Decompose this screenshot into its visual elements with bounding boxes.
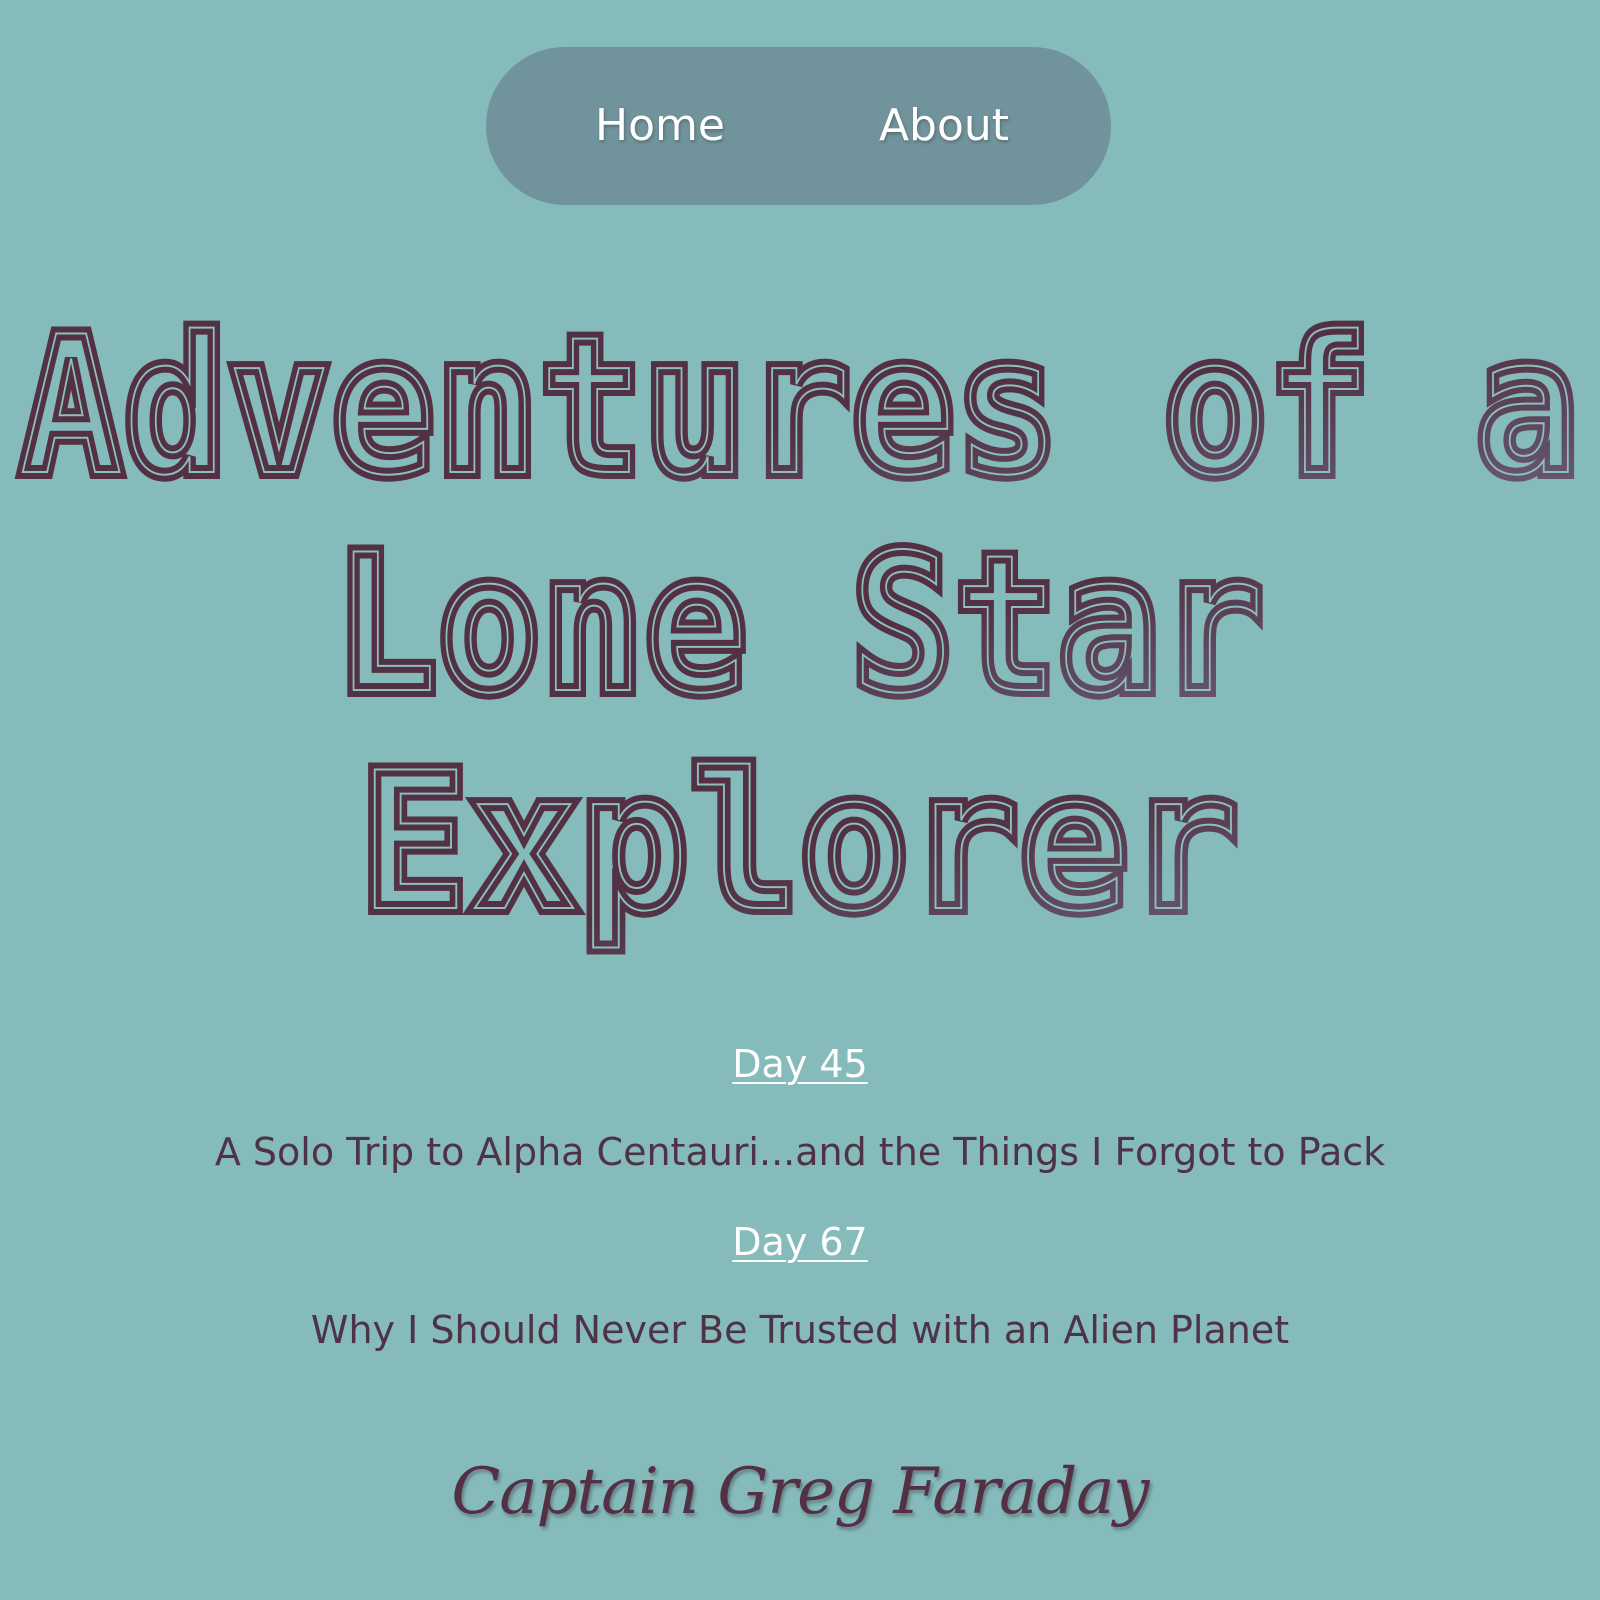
nav-link-home[interactable]: Home (590, 47, 730, 205)
post-title: Why I Should Never Be Trusted with an Al… (310, 1308, 1290, 1352)
post-date-link[interactable]: Day 45 (0, 1042, 1600, 1086)
post-date-link[interactable]: Day 67 (0, 1220, 1600, 1264)
nav-link-about[interactable]: About (874, 47, 1014, 205)
page-title: Adventures of a Adventures of a Lone Sta… (0, 290, 1600, 990)
post-title: A Solo Trip to Alpha Centauri...and the … (214, 1130, 1386, 1174)
author-signature: Captain Greg Faraday (451, 1455, 1149, 1529)
page-title-graphic: Adventures of a Adventures of a Lone Sta… (13, 290, 1585, 960)
title-line-2-inline: Lone Star (335, 514, 1265, 735)
title-line-3-inline: Explorer (360, 732, 1240, 953)
title-line-1-inline: Adventures of a (20, 296, 1580, 517)
main-nav: Home About (486, 47, 1111, 205)
